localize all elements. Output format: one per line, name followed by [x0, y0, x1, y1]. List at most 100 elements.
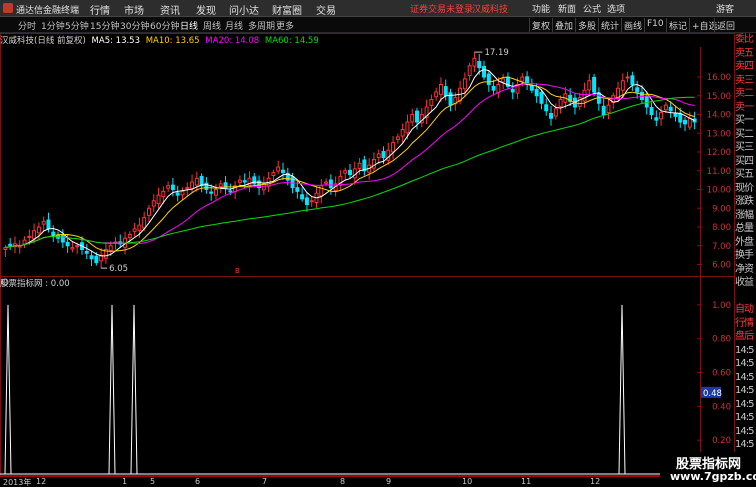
side-panel-item: 卖一 — [735, 101, 754, 113]
date-tick-label: 9 — [386, 477, 392, 486]
tab-monthly[interactable]: 月线 — [225, 19, 243, 32]
candle-body — [70, 247, 75, 250]
candle-body — [438, 84, 443, 95]
menu-item-trade[interactable]: 交易 — [316, 2, 336, 17]
tab-weekly[interactable]: 周线 — [203, 19, 221, 32]
tab-30min[interactable]: 30分钟 — [120, 19, 149, 32]
candle-body — [51, 231, 56, 236]
menu-item-options[interactable]: 选项 — [607, 2, 625, 15]
candle-body — [577, 97, 582, 107]
price-tick-label: 16.00 — [707, 73, 731, 83]
candle-body — [65, 241, 70, 247]
candle-body — [678, 113, 683, 123]
button-draw-line[interactable]: 画线 — [621, 18, 644, 32]
menu-item-formula[interactable]: 公式 — [583, 2, 601, 15]
tab-intraday[interactable]: 分时 — [18, 19, 36, 32]
candle-body — [448, 92, 453, 106]
candle-body — [558, 99, 563, 108]
candle-body — [22, 239, 27, 245]
button-mark[interactable]: 标记 — [666, 18, 689, 32]
date-tick-label: 11 — [521, 477, 532, 486]
menu-item-quotes[interactable]: 行情 — [90, 2, 110, 17]
candle-body — [190, 181, 195, 190]
menu-item-function[interactable]: 功能 — [532, 2, 550, 15]
login-warning[interactable]: 证券交易未登录 — [410, 2, 473, 15]
candle-body — [486, 73, 491, 86]
candle-body — [89, 255, 94, 260]
candle-body — [127, 234, 132, 239]
side-panel-item: 盘后 — [735, 331, 754, 342]
candle-body — [477, 61, 482, 69]
tab-15min[interactable]: 15分钟 — [90, 19, 119, 32]
candle-body — [400, 129, 405, 137]
candle-body — [376, 153, 381, 158]
button-adjust[interactable]: 复权 — [529, 18, 552, 32]
candle-body — [319, 185, 324, 197]
tab-1min[interactable]: 1分钟 — [41, 19, 65, 32]
main-panel-frame — [0, 33, 735, 277]
candle-body — [309, 200, 314, 203]
tab-daily[interactable]: 日线 — [180, 19, 198, 32]
indicator-tick-label: 0.60 — [712, 369, 731, 379]
ma5-line — [5, 68, 695, 257]
button-back[interactable]: 返回 — [714, 18, 737, 32]
menu-item-ask[interactable]: 问小达 — [229, 2, 259, 17]
date-axis: 2013年 12 1 5 6 7 8 9 10 11 12 — [0, 476, 660, 487]
candle-body — [170, 184, 175, 191]
candle-body — [601, 105, 606, 116]
side-panel-item: 总量 — [735, 223, 754, 234]
button-f10[interactable]: F10 — [644, 18, 666, 32]
watermark: 股票指标网 www.7gpzb.com — [660, 452, 756, 487]
candle-body — [276, 166, 281, 172]
menu-item-wealth[interactable]: 财富圈 — [272, 2, 302, 17]
menu-item-news[interactable]: 资讯 — [160, 2, 180, 17]
candle-body — [539, 92, 544, 104]
menu-item-discover[interactable]: 发现 — [196, 2, 216, 17]
candle-body — [553, 108, 558, 117]
stock-period-label: 汉威科技(日线 前复权) — [0, 36, 86, 46]
tab-multi-period[interactable]: 多周期 — [248, 19, 275, 32]
indicator-tick-label: 0.40 — [712, 402, 731, 412]
side-panel-item: 现价 — [735, 182, 754, 194]
high-price-label: 17.19 — [484, 48, 508, 58]
side-panel-item: 买三 — [735, 142, 754, 153]
tab-60min[interactable]: 60分钟 — [150, 19, 179, 32]
kline-chart[interactable]: 16.0015.0014.0013.0012.0011.0010.009.008… — [0, 0, 756, 487]
side-panel-item: 买四 — [735, 155, 754, 167]
candle-body — [60, 234, 65, 243]
candle-body — [185, 187, 190, 190]
candle-body — [41, 220, 46, 225]
button-statistics[interactable]: 统计 — [598, 18, 621, 32]
ma5-value: MA5: 13.53 — [91, 36, 141, 46]
candle-body — [32, 230, 37, 240]
button-overlay[interactable]: 叠加 — [552, 18, 575, 32]
candle-body — [142, 217, 147, 229]
side-panel-item: 14:5 — [735, 385, 754, 396]
candle-body — [146, 207, 151, 216]
candle-body — [161, 190, 166, 198]
price-tick-label: 13.00 — [707, 129, 731, 139]
tab-more[interactable]: 更多 — [276, 19, 294, 32]
candle-body — [175, 192, 180, 196]
side-panel-item: 收益 — [735, 277, 754, 288]
candle-body — [75, 245, 80, 248]
guest-user[interactable]: 游客 — [716, 2, 734, 15]
tab-5min[interactable]: 5分钟 — [65, 19, 89, 32]
indicator-spike — [4, 304, 12, 475]
side-panel-item: 买五 — [735, 169, 754, 180]
price-tick-label: 12.00 — [707, 148, 731, 158]
candle-body — [8, 243, 13, 247]
candle-body — [304, 197, 309, 205]
price-tick-label: 15.00 — [707, 92, 731, 102]
button-multi-stock[interactable]: 多股 — [575, 18, 598, 32]
ma60-value: MA60: 14.59 — [264, 36, 319, 46]
menu-item-newface[interactable]: 新面 — [558, 2, 576, 15]
candle-body — [496, 84, 501, 94]
quote-side-panel: 委比 卖五 卖四 卖三 卖二 卖一 买一 买二 买三 买四 买五 现价 涨跌 涨幅 总量 外盘 换手 净资 收益 自动… — [735, 33, 756, 476]
candle-body — [415, 110, 419, 123]
candle-body — [620, 80, 625, 91]
side-panel-item: 净资 — [735, 263, 754, 275]
candle-body — [156, 194, 161, 205]
candle-body — [635, 87, 640, 93]
menu-item-market[interactable]: 市场 — [124, 2, 144, 17]
